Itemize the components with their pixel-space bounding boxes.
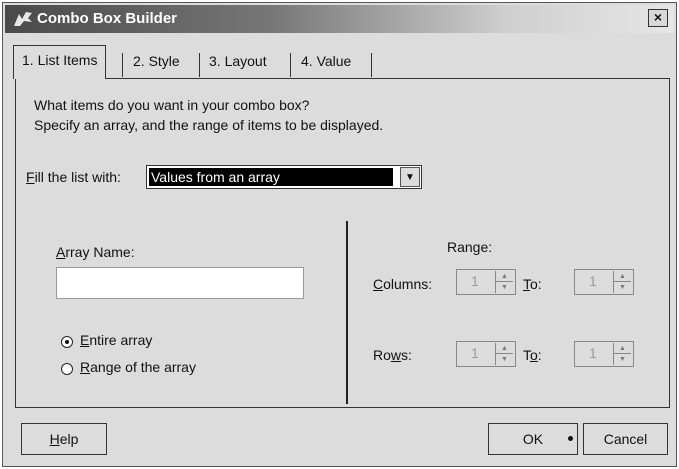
range-of-array-label[interactable]: Range of the array bbox=[80, 359, 196, 375]
entire-array-label[interactable]: Entire array bbox=[80, 332, 152, 348]
tab-list-items[interactable]: 1. List Items bbox=[13, 45, 107, 79]
spin-down-icon[interactable]: ▼ bbox=[496, 282, 513, 293]
spin-up-icon[interactable]: ▲ bbox=[496, 271, 513, 282]
spin-down-icon[interactable]: ▼ bbox=[614, 282, 631, 293]
help-button[interactable]: Help bbox=[21, 423, 107, 455]
tab-divider bbox=[290, 53, 291, 77]
default-button-indicator bbox=[568, 436, 573, 441]
tab-label: 4. Value bbox=[301, 53, 352, 69]
spinner-buttons[interactable]: ▲ ▼ bbox=[495, 343, 513, 365]
columns-to-spinner[interactable]: 1 ▲ ▼ bbox=[574, 269, 634, 295]
range-heading: Range: bbox=[447, 239, 493, 255]
list-items-panel: What items do you want in your combo box… bbox=[15, 78, 670, 408]
rows-to-value: 1 bbox=[589, 345, 597, 361]
help-button-label: Help bbox=[49, 431, 79, 447]
spin-down-icon[interactable]: ▼ bbox=[496, 354, 513, 365]
spin-up-icon[interactable]: ▲ bbox=[496, 343, 513, 354]
columns-from-value: 1 bbox=[471, 273, 479, 289]
vertical-divider bbox=[346, 221, 348, 404]
spinner-buttons[interactable]: ▲ ▼ bbox=[495, 271, 513, 293]
tab-label: 2. Style bbox=[133, 53, 180, 69]
spin-up-icon[interactable]: ▲ bbox=[614, 271, 631, 282]
range-of-array-radio[interactable] bbox=[61, 363, 73, 375]
spinner-buttons[interactable]: ▲ ▼ bbox=[613, 343, 631, 365]
columns-label: Columns: bbox=[373, 276, 433, 292]
rows-from-value: 1 bbox=[471, 345, 479, 361]
ok-button[interactable]: OK bbox=[488, 423, 578, 455]
columns-to-value: 1 bbox=[589, 273, 597, 289]
instruction-line-1: What items do you want in your combo box… bbox=[34, 97, 310, 113]
columns-to-label: To: bbox=[523, 276, 542, 292]
fill-list-value: Values from an array bbox=[149, 168, 393, 186]
rows-to-label: To: bbox=[523, 347, 542, 363]
spin-down-icon[interactable]: ▼ bbox=[614, 354, 631, 365]
window-title: Combo Box Builder bbox=[37, 10, 178, 27]
instruction-line-2: Specify an array, and the range of items… bbox=[34, 117, 384, 133]
dropdown-arrow-icon[interactable]: ▼ bbox=[400, 167, 420, 187]
tab-layout[interactable]: 3. Layout bbox=[201, 47, 275, 77]
rows-label: Rows: bbox=[373, 347, 412, 363]
rows-from-spinner[interactable]: 1 ▲ ▼ bbox=[456, 341, 516, 367]
columns-from-spinner[interactable]: 1 ▲ ▼ bbox=[456, 269, 516, 295]
rows-to-spinner[interactable]: 1 ▲ ▼ bbox=[574, 341, 634, 367]
spinner-buttons[interactable]: ▲ ▼ bbox=[613, 271, 631, 293]
array-name-label: Array Name: bbox=[56, 244, 135, 260]
tab-divider bbox=[122, 53, 123, 77]
array-name-input[interactable] bbox=[56, 267, 304, 299]
fill-list-dropdown[interactable]: Values from an array ▼ bbox=[146, 165, 422, 189]
tab-divider bbox=[371, 53, 372, 77]
tab-style[interactable]: 2. Style bbox=[125, 47, 188, 77]
close-button[interactable]: × bbox=[648, 9, 668, 27]
tab-label: 3. Layout bbox=[209, 53, 267, 69]
spin-up-icon[interactable]: ▲ bbox=[614, 343, 631, 354]
entire-array-radio[interactable] bbox=[61, 336, 73, 348]
combo-box-builder-dialog: Combo Box Builder × 1. List Items 2. Sty… bbox=[2, 2, 677, 467]
tab-value[interactable]: 4. Value bbox=[293, 47, 360, 77]
tab-label: 1. List Items bbox=[22, 52, 98, 68]
tab-divider bbox=[199, 53, 200, 77]
fill-list-label: Fill the list with: bbox=[26, 169, 121, 185]
app-logo-icon bbox=[14, 12, 32, 26]
cancel-button-label: Cancel bbox=[603, 431, 648, 447]
cancel-button[interactable]: Cancel bbox=[583, 423, 668, 455]
title-bar[interactable]: Combo Box Builder × bbox=[5, 5, 674, 33]
close-icon: × bbox=[653, 9, 663, 25]
ok-button-label: OK bbox=[522, 431, 544, 447]
